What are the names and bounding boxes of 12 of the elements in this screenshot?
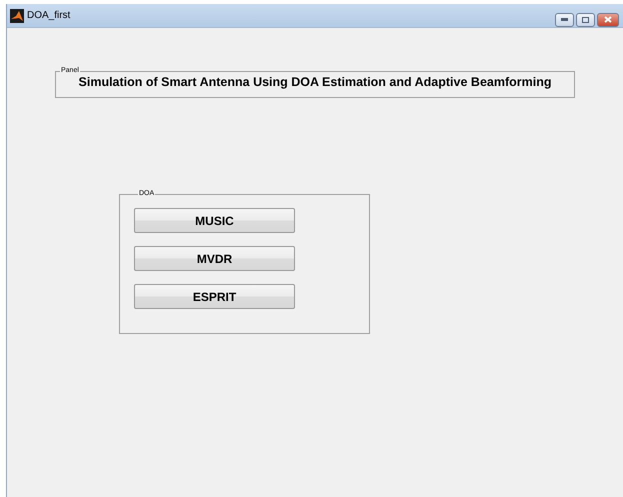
method-button[interactable]: MUSIC xyxy=(134,208,295,233)
close-icon xyxy=(604,16,612,23)
maximize-button[interactable] xyxy=(576,12,595,26)
maximize-icon xyxy=(582,16,589,22)
panel-heading: Simulation of Smart Antenna Using DOA Estimation and Adaptive Beamforming xyxy=(78,75,552,91)
minimize-icon xyxy=(561,18,568,21)
close-button[interactable] xyxy=(597,12,619,26)
minimize-button[interactable] xyxy=(555,12,574,26)
method-button[interactable]: ESPRIT xyxy=(134,284,295,309)
method-button[interactable]: MVDR xyxy=(134,246,295,271)
window-title: DOA_first xyxy=(27,10,72,21)
app-logo-icon xyxy=(10,8,24,22)
